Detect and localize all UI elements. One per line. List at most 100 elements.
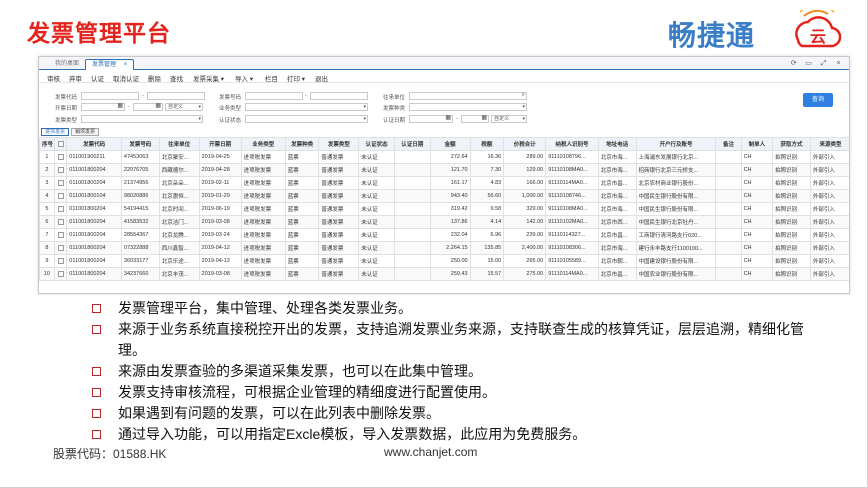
row-checkbox[interactable] — [53, 150, 68, 164]
row-checkbox[interactable] — [53, 163, 68, 177]
calendar-icon[interactable]: ▦ — [155, 103, 161, 109]
maximize-icon[interactable]: ⤢ — [817, 60, 830, 68]
table-cell: 蓝票 — [284, 215, 320, 229]
range-separator: - — [128, 104, 130, 110]
menu-find[interactable]: 查找 — [170, 73, 183, 83]
row-checkbox[interactable] — [53, 267, 68, 281]
open-date-to-input[interactable]: ▦ — [133, 103, 163, 111]
calendar-icon[interactable]: ▦ — [117, 103, 123, 109]
invoice-code-to-input[interactable] — [147, 92, 205, 100]
checkbox-icon[interactable] — [57, 153, 64, 160]
menu-audit[interactable]: 审核 — [47, 73, 60, 83]
table-cell: 34237660 — [120, 267, 160, 281]
row-checkbox[interactable] — [53, 254, 68, 268]
invoice-no-from-input[interactable] — [245, 92, 303, 100]
table-cell: 259.43 — [429, 267, 471, 281]
open-date-from-input[interactable]: ▦ — [81, 103, 125, 111]
table-cell: 319.42 — [429, 202, 471, 216]
cert-date-from-input[interactable]: ▦ — [409, 115, 453, 123]
calendar-icon[interactable]: ▦ — [481, 115, 487, 121]
table-cell: CH — [740, 150, 774, 164]
tab-input-invoice[interactable]: 进项发票 — [41, 128, 70, 136]
cert-date-range-select[interactable]: 自定义 ▾ — [491, 115, 527, 123]
menu-import[interactable]: 导入 ▾ — [235, 73, 253, 83]
checkbox-icon[interactable] — [57, 218, 64, 225]
table-cell: 6.96 — [469, 228, 505, 242]
table-row[interactable]: 9 011001800204 36033177 北京乐途... 2019-04-13 进项… — [39, 254, 849, 268]
checkbox-icon[interactable] — [57, 231, 64, 238]
bullet-text: 如果遇到有问题的发票，可以在此列表中删除发票。 — [118, 405, 440, 421]
menu-unaudit[interactable]: 弃审 — [69, 73, 82, 83]
cert-status-select[interactable]: ▾ — [245, 115, 368, 123]
business-type-select[interactable]: ▾ — [245, 103, 368, 111]
website-url[interactable]: www.chanjet.com — [384, 445, 477, 459]
refresh-icon[interactable]: ⟳ — [787, 59, 800, 67]
tab-desktop[interactable]: 我的桌面 — [49, 59, 85, 70]
table-row[interactable]: 10 011001800204 34237660 北京丰茂... 2019-03-08 进… — [39, 267, 849, 281]
table-cell: 蓝票 — [284, 241, 320, 255]
checkbox-icon[interactable] — [57, 244, 64, 251]
row-checkbox[interactable] — [53, 241, 68, 255]
menu-invoice-collect[interactable]: 发票采集 ▾ — [193, 73, 224, 83]
table-row[interactable]: 3 011001800204 21374956 北京朵朵... 2019-02-11 进项… — [39, 176, 849, 190]
tab-output-invoice[interactable]: 销项发票 — [71, 128, 100, 136]
table-row[interactable]: 4 011001800104 98020886 北京惠恒... 2019-01-29 进项… — [39, 189, 849, 203]
invoice-code-from-input[interactable] — [81, 92, 139, 100]
bullet-item: 如果遇到有问题的发票，可以在此列表中删除发票。 — [92, 403, 812, 424]
table-row[interactable]: 6 011001800204 41583532 北京洁门... 2019-03-08 进项… — [39, 215, 849, 229]
table-cell — [715, 215, 742, 229]
cert-date-to-input[interactable]: ▦ — [461, 115, 489, 123]
table-cell: 166.00 — [503, 176, 547, 190]
checkbox-icon[interactable] — [57, 140, 64, 147]
window-controls: ⟳ ▭ ⤢ × — [787, 59, 845, 68]
table-cell: 工商银行清河路支行020... — [635, 228, 717, 242]
square-bullet-icon — [92, 367, 101, 376]
table-row[interactable]: 8 011001800204 07322888 西川鑫智... 2019-04-12 进项… — [39, 241, 849, 255]
tab-bar: 我的桌面 发票管理 × ⟳ ▭ ⤢ × — [39, 57, 849, 70]
invoice-kind-select[interactable]: ▾ — [409, 103, 527, 111]
checkbox-icon[interactable] — [57, 192, 64, 199]
table-cell: 外部引入 — [809, 215, 849, 229]
row-checkbox[interactable] — [53, 176, 68, 190]
checkbox-icon[interactable] — [57, 205, 64, 212]
menu-exit[interactable]: 退出 — [315, 73, 328, 83]
buyer-input[interactable]: ⌕ — [409, 92, 527, 100]
menu-certify[interactable]: 认证 — [91, 73, 104, 83]
table-row[interactable]: 2 011001800204 22076705 西藏德尔... 2019-04-28 进项… — [39, 163, 849, 177]
filter-panel: 发票代码 - 发票号码 - 往来单位 ⌕ 开票日期 ▦ - ▦ 自定义 ▾ 业务类… — [39, 85, 849, 131]
invoice-no-to-input[interactable] — [310, 92, 368, 100]
menu-print[interactable]: 打印 ▾ — [287, 73, 305, 83]
table-cell: 拍照识别 — [772, 150, 811, 164]
table-row[interactable]: 5 011001800204 54194415 北京时间... 2019-06-19 进项… — [39, 202, 849, 216]
checkbox-icon[interactable] — [57, 257, 64, 264]
table-cell: 2019-04-25 — [198, 150, 242, 164]
search-button[interactable]: 查询 — [803, 93, 833, 107]
close-icon[interactable]: × — [124, 62, 128, 68]
search-icon[interactable]: ⌕ — [522, 92, 525, 98]
menu-columns[interactable]: 栏目 — [265, 73, 278, 83]
invoice-type-select[interactable]: ▾ — [81, 115, 203, 123]
calendar-icon[interactable]: ▦ — [445, 115, 451, 121]
stock-code: 股票代码：01588.HK — [53, 447, 167, 461]
table-row[interactable]: 1 011001900211 47453063 北京聚安... 2019-04-25 进项… — [39, 150, 849, 164]
row-checkbox[interactable] — [53, 202, 68, 216]
column-header: 开户行及账号 — [635, 137, 717, 151]
restore-icon[interactable]: ▭ — [802, 59, 815, 67]
range-select-value: 自定义 — [494, 116, 510, 122]
row-checkbox[interactable] — [53, 189, 68, 203]
checkbox-icon[interactable] — [57, 179, 64, 186]
row-checkbox[interactable] — [53, 215, 68, 229]
table-row[interactable]: 7 011001800204 28554367 北京龙腾... 2019-03-24 进项… — [39, 228, 849, 242]
table-cell: 1,000.00 — [503, 189, 547, 203]
select-all-checkbox[interactable] — [53, 137, 68, 151]
menu-cancel-certify[interactable]: 取消认证 — [113, 73, 139, 83]
row-checkbox[interactable] — [53, 228, 68, 242]
checkbox-icon[interactable] — [57, 166, 64, 173]
close-window-icon[interactable]: × — [832, 60, 845, 67]
checkbox-icon[interactable] — [57, 270, 64, 277]
open-date-range-select[interactable]: 自定义 ▾ — [165, 103, 203, 111]
table-cell: 91110114MA0... — [545, 176, 599, 190]
menu-delete[interactable]: 删除 — [148, 73, 161, 83]
tab-invoice-management[interactable]: 发票管理 × — [85, 59, 135, 70]
app-window: 我的桌面 发票管理 × ⟳ ▭ ⤢ × 审核 弃审 认证 取消认证 删除 查找 … — [38, 56, 850, 294]
